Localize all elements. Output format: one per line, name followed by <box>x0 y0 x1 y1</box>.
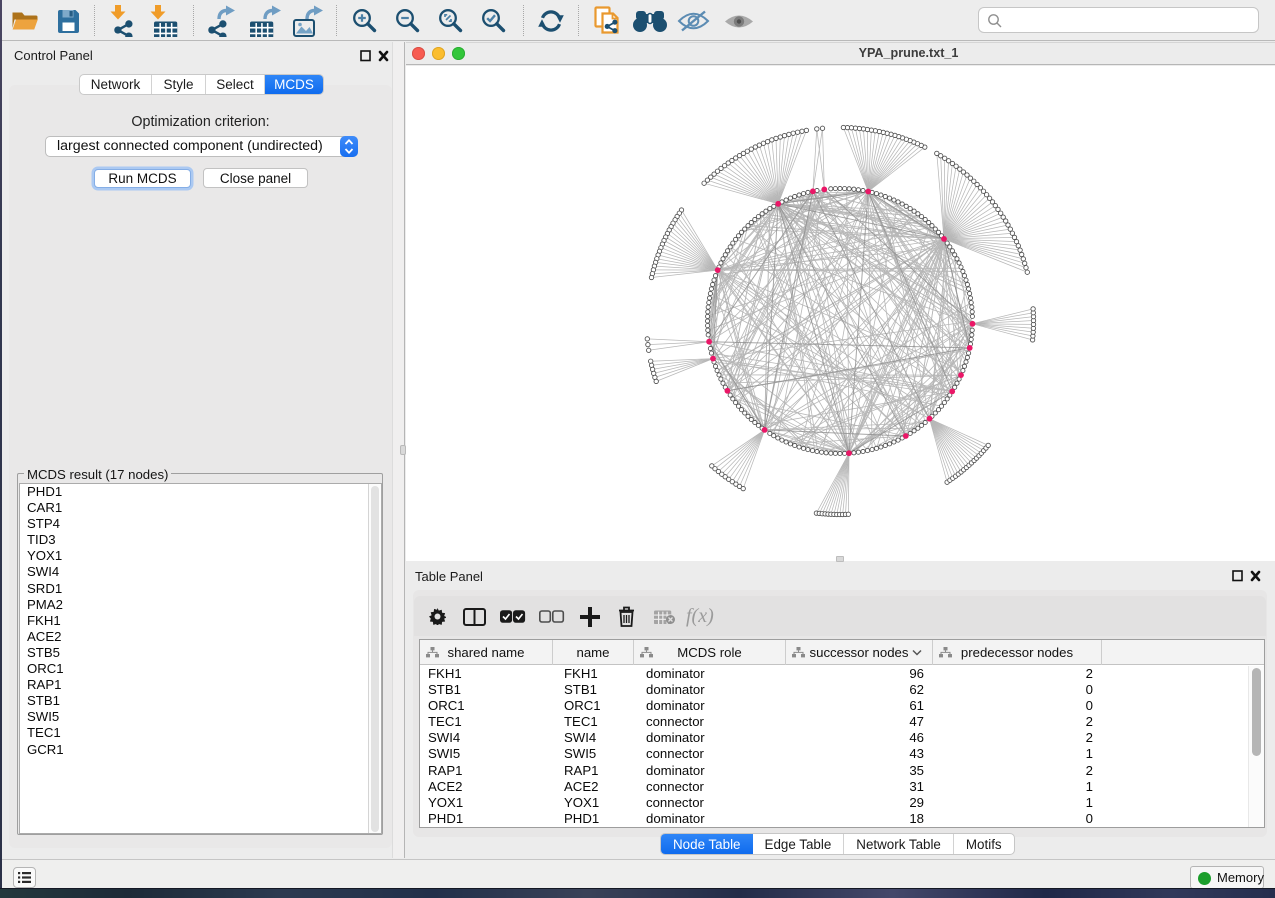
svg-text:f(x): f(x) <box>686 605 714 627</box>
